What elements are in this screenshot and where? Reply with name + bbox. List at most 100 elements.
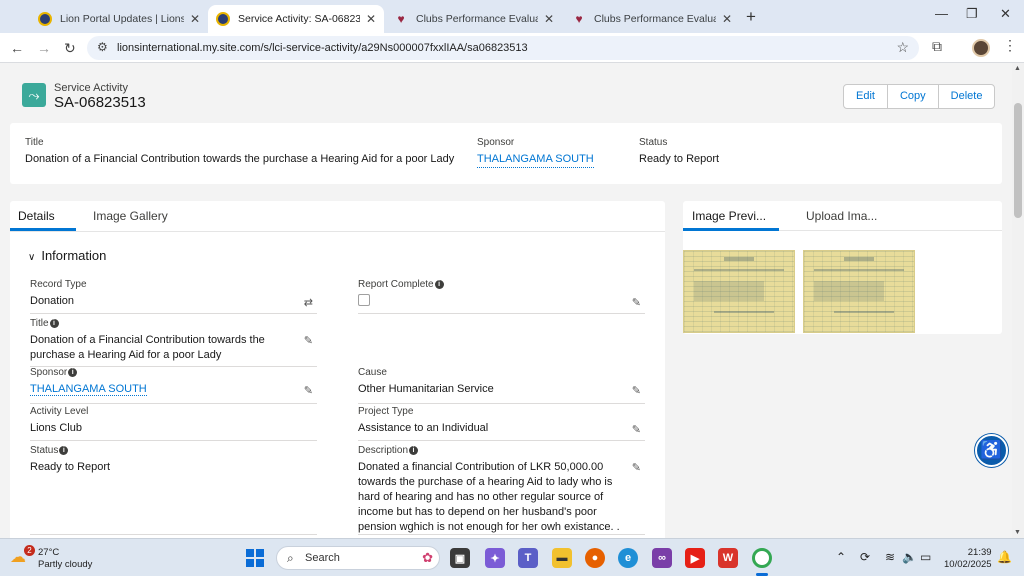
app-icon[interactable]: ∞: [652, 548, 672, 568]
field-description: Description i Donated a financial Contrib…: [358, 445, 645, 535]
close-tab-icon[interactable]: ✕: [190, 12, 200, 26]
object-type-label: Service Activity: [54, 82, 128, 94]
field-label: Report Complete: [358, 279, 434, 290]
report-complete-checkbox[interactable]: [358, 294, 370, 306]
highlight-title: Title Donation of a Financial Contributi…: [25, 137, 454, 165]
info-icon[interactable]: i: [434, 280, 444, 289]
firefox-icon[interactable]: ●: [585, 548, 605, 568]
tab-image-preview[interactable]: Image Previ...: [692, 209, 766, 223]
chevron-up-icon[interactable]: ⌃: [836, 550, 846, 564]
sponsor-link[interactable]: THALANGAMA SOUTH: [30, 383, 147, 396]
info-icon[interactable]: i: [59, 446, 69, 455]
field-label: Cause: [358, 367, 387, 378]
field-status: Status i Ready to Report: [30, 445, 317, 535]
edit-pencil-icon[interactable]: ✎: [304, 334, 313, 347]
reload-icon[interactable]: ↻: [64, 40, 76, 57]
volume-icon[interactable]: 🔈: [902, 550, 917, 564]
field-project-type: Project Type Assistance to an Individual…: [358, 406, 645, 441]
scrollbar-thumb[interactable]: [1014, 103, 1022, 218]
tab-details[interactable]: Details: [18, 209, 55, 223]
address-bar[interactable]: ⚙ lionsinternational.my.site.com/s/lci-s…: [87, 36, 919, 60]
task-view-icon[interactable]: ▣: [450, 548, 470, 568]
receipt-thumbnail[interactable]: [803, 250, 915, 333]
scroll-up-icon[interactable]: ▲: [1014, 65, 1021, 72]
field-value: Donation: [30, 295, 75, 307]
edit-pencil-icon[interactable]: ✎: [632, 296, 641, 309]
edit-pencil-icon[interactable]: ✎: [632, 384, 641, 397]
page-scrollbar[interactable]: ▲ ▼: [1012, 63, 1024, 538]
edit-pencil-icon[interactable]: ✎: [632, 461, 641, 474]
extensions-icon[interactable]: ⧉: [932, 38, 942, 55]
clock-time: 21:39: [967, 547, 992, 558]
taskbar-search[interactable]: ⌕ Search ✿: [276, 546, 440, 570]
clock-date: 10/02/2025: [944, 559, 992, 570]
wifi-icon[interactable]: ≋: [885, 550, 895, 564]
edit-pencil-icon[interactable]: ✎: [632, 423, 641, 436]
new-tab-icon[interactable]: +: [746, 7, 756, 27]
profile-avatar[interactable]: [972, 39, 990, 57]
highlight-label: Status: [639, 137, 668, 148]
close-tab-icon[interactable]: ✕: [722, 12, 732, 26]
search-placeholder: Search: [305, 552, 340, 564]
field-record-type: Record Type Donation ⇄: [30, 279, 317, 314]
close-window-icon[interactable]: ✕: [1000, 6, 1011, 22]
browser-tab[interactable]: ♥ Clubs Performance Evaluation S ✕: [564, 5, 740, 33]
browser-menu-icon[interactable]: ⋮: [1003, 37, 1017, 54]
info-icon[interactable]: i: [49, 319, 59, 328]
copilot-icon[interactable]: ✦: [485, 548, 505, 568]
field-value: Other Humanitarian Service: [358, 383, 494, 395]
url-text[interactable]: lionsinternational.my.site.com/s/lci-ser…: [117, 42, 528, 54]
close-tab-icon[interactable]: ✕: [366, 12, 376, 26]
field-label: Record Type: [30, 279, 87, 290]
highlight-value: Ready to Report: [639, 153, 720, 165]
browser-tab[interactable]: Lion Portal Updates | Lions Club ✕: [30, 5, 208, 33]
bookmark-star-icon[interactable]: ☆: [896, 39, 909, 56]
forward-icon[interactable]: →: [37, 40, 51, 56]
sync-icon[interactable]: ⟳: [860, 550, 870, 564]
field-report-complete: Report Complete i ✎: [358, 279, 645, 314]
file-explorer-icon[interactable]: ▬: [552, 548, 572, 568]
chevron-down-icon: ∨: [28, 252, 36, 263]
site-info-icon[interactable]: ⚙: [97, 40, 108, 54]
chrome-icon[interactable]: [752, 548, 772, 568]
edit-button[interactable]: Edit: [844, 85, 887, 108]
field-title: Title i Donation of a Financial Contribut…: [30, 318, 317, 367]
info-icon[interactable]: i: [68, 368, 78, 377]
battery-icon[interactable]: ▭: [920, 550, 931, 564]
browser-tab[interactable]: ♥ Clubs Performance Evaluation S ✕: [386, 5, 562, 33]
browser-tab-active[interactable]: Service Activity: SA-06823513 ✕: [208, 5, 384, 33]
system-clock[interactable]: 21:39 10/02/2025: [944, 547, 992, 571]
restore-icon[interactable]: ❐: [966, 6, 978, 22]
copy-button[interactable]: Copy: [886, 85, 938, 108]
image-tabs: Image Previ... Upload Ima...: [683, 201, 1002, 231]
field-value: Donated a financial Contribution of LKR …: [358, 461, 620, 533]
delete-button[interactable]: Delete: [937, 85, 995, 108]
weather-temp: 27°C: [38, 547, 60, 558]
browser-tab-title: Clubs Performance Evaluation S: [594, 13, 716, 25]
highlight-status: Status Ready to Report: [639, 137, 719, 165]
back-icon[interactable]: ←: [10, 40, 24, 56]
notifications-icon[interactable]: 🔔: [997, 550, 1012, 564]
sponsor-link[interactable]: THALANGAMA SOUTH: [477, 153, 594, 168]
record-header: ⤳ Service Activity SA-06823513 Edit Copy…: [10, 70, 1002, 120]
close-tab-icon[interactable]: ✕: [544, 12, 554, 26]
start-button[interactable]: [246, 549, 264, 567]
edit-pencil-icon[interactable]: ✎: [304, 384, 313, 397]
scroll-down-icon[interactable]: ▼: [1014, 529, 1021, 536]
tab-image-gallery[interactable]: Image Gallery: [93, 209, 168, 223]
teams-icon[interactable]: T: [518, 548, 538, 568]
info-icon[interactable]: i: [409, 446, 419, 455]
tab-upload-image[interactable]: Upload Ima...: [806, 209, 877, 223]
browser-tab-title: Clubs Performance Evaluation S: [416, 13, 538, 25]
section-header-information[interactable]: ∨ Information: [28, 248, 106, 263]
change-record-type-icon[interactable]: ⇄: [304, 296, 313, 309]
edge-icon[interactable]: e: [618, 548, 638, 568]
minimize-icon[interactable]: —: [935, 6, 948, 21]
heart-logo-icon: ♥: [397, 12, 405, 26]
highlight-sponsor: Sponsor THALANGAMA SOUTH: [477, 137, 594, 168]
field-label: Activity Level: [30, 406, 89, 417]
wps-office-icon[interactable]: W: [718, 548, 738, 568]
receipt-thumbnail[interactable]: [683, 250, 795, 333]
accessibility-icon[interactable]: ♿: [975, 434, 1008, 467]
youtube-icon[interactable]: ▶: [685, 548, 705, 568]
